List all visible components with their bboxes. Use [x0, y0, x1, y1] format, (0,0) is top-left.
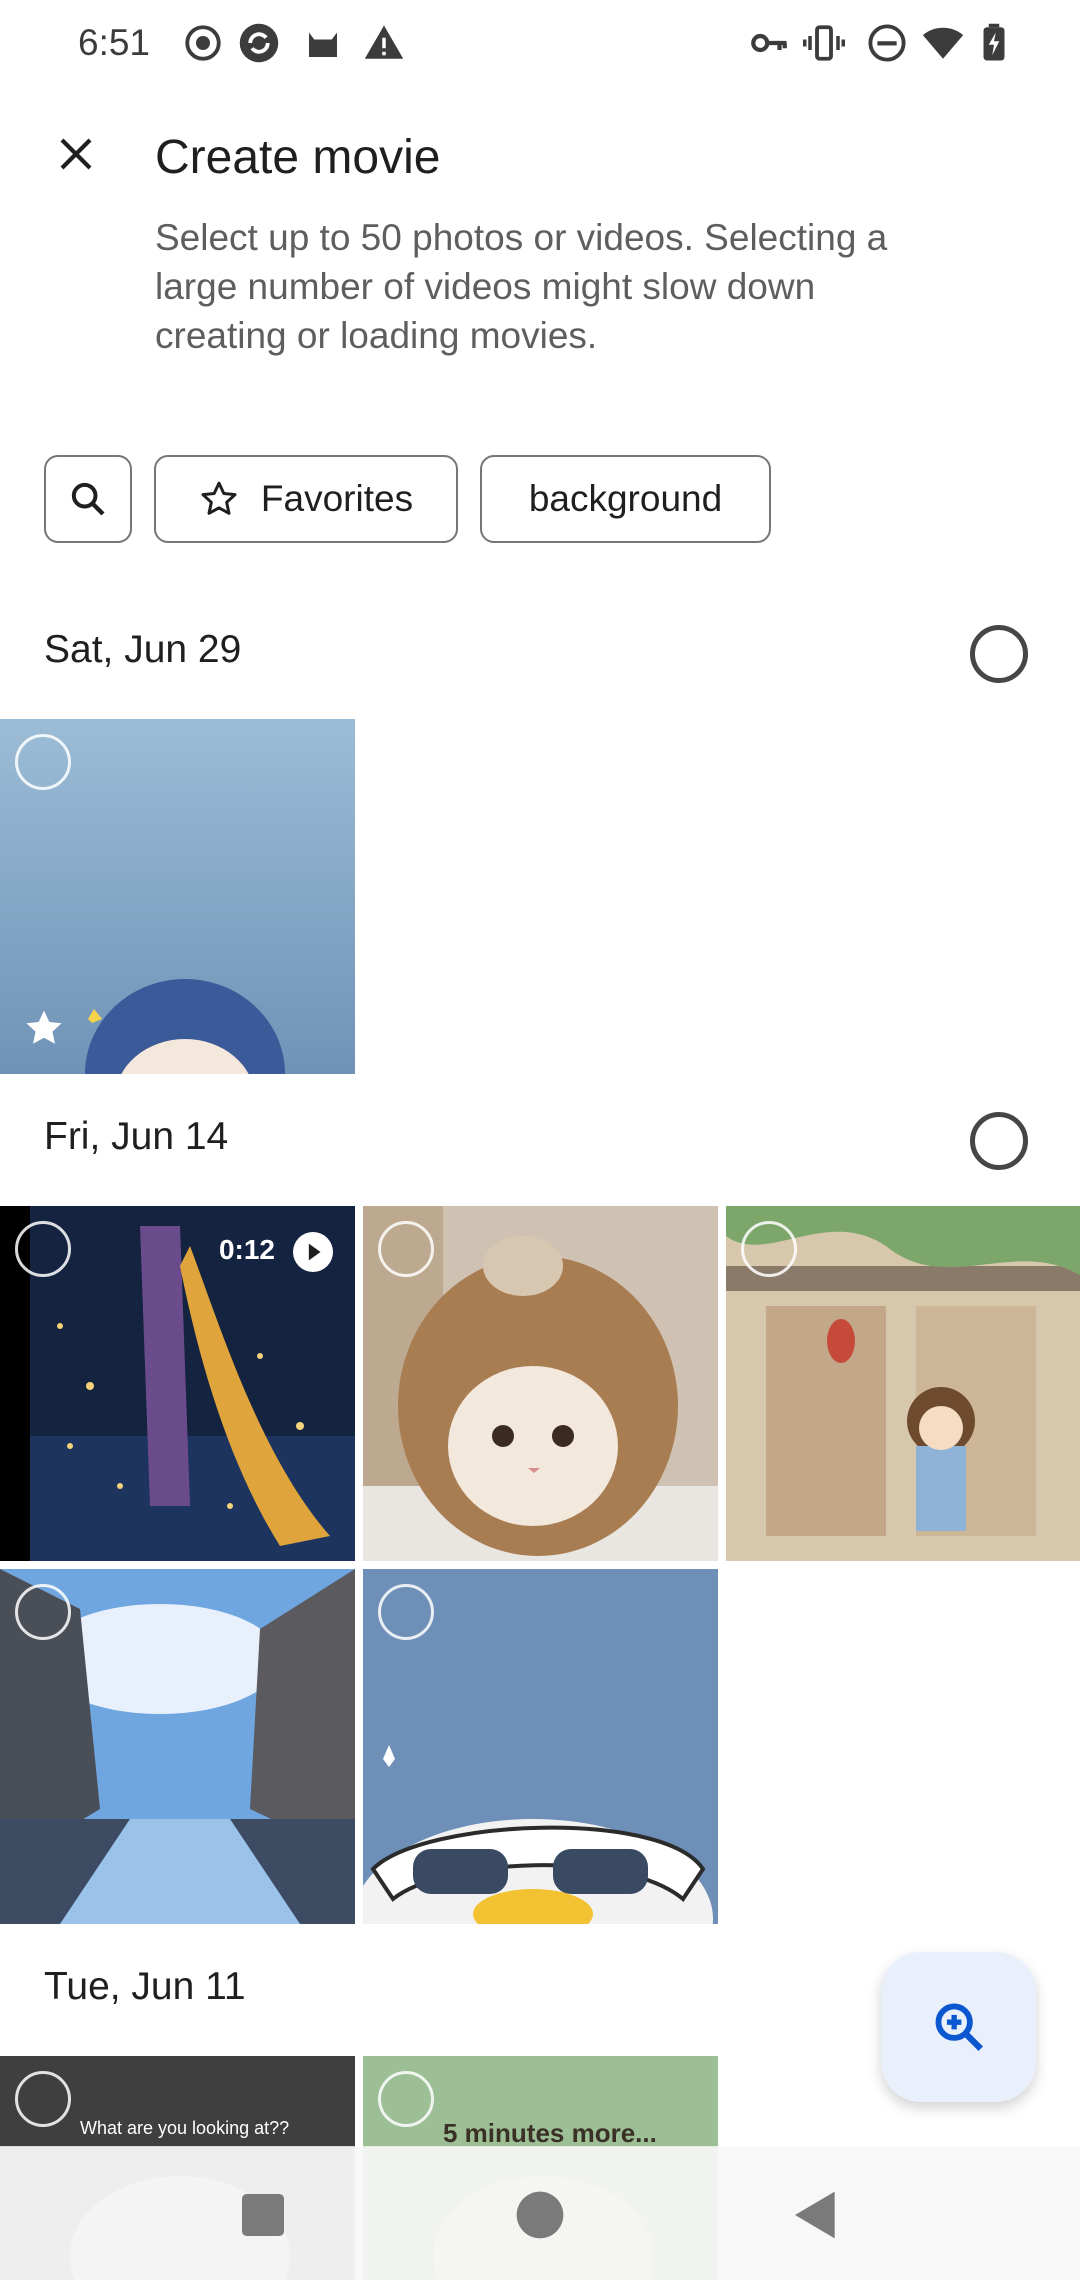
photo-tile[interactable]: [363, 1206, 718, 1561]
cat-icon: [309, 32, 337, 57]
image-caption: What are you looking at??: [80, 2118, 290, 2138]
select-circle[interactable]: [15, 1221, 71, 1277]
zoom-in-button[interactable]: [881, 1952, 1036, 2102]
photo-tile[interactable]: [363, 1569, 718, 1924]
select-all-jun-14[interactable]: [970, 1112, 1028, 1170]
image-caption: 5 minutes more...: [443, 2118, 657, 2148]
favorites-label: Favorites: [260, 478, 414, 519]
sync-icon: [239, 23, 279, 63]
video-duration: 0:12: [218, 1234, 275, 1265]
background-chip[interactable]: background: [480, 455, 771, 543]
record-icon: [185, 25, 221, 61]
search-chip[interactable]: [44, 455, 132, 543]
close-button[interactable]: [40, 118, 112, 190]
recents-icon[interactable]: [235, 2187, 291, 2243]
close-icon: [60, 138, 92, 170]
zoom-in-icon: [935, 2003, 983, 2051]
select-circle[interactable]: [15, 2071, 71, 2127]
home-icon[interactable]: [512, 2187, 568, 2243]
select-all-jun-29[interactable]: [970, 625, 1028, 683]
photo-tile[interactable]: [0, 1569, 355, 1924]
photo-tile[interactable]: [726, 1206, 1080, 1561]
back-icon[interactable]: [788, 2187, 844, 2243]
status-time: 6:51: [78, 22, 151, 63]
navigation-bar: [0, 2147, 1080, 2280]
date-header-jun-14: Fri, Jun 14: [44, 1115, 229, 1158]
page-title: Create movie: [155, 131, 441, 184]
select-circle[interactable]: [378, 1221, 434, 1277]
select-circle[interactable]: [378, 2071, 434, 2127]
select-circle[interactable]: [378, 1584, 434, 1640]
vpn-key-icon: [751, 33, 787, 53]
warning-icon: [364, 25, 404, 59]
select-circle[interactable]: [15, 1584, 71, 1640]
wifi-icon: [922, 27, 964, 59]
photo-tile[interactable]: [0, 719, 355, 1074]
video-tile[interactable]: 0:12: [0, 1206, 355, 1561]
select-circle[interactable]: [15, 734, 71, 790]
play-icon: [293, 1232, 333, 1272]
date-header-jun-29: Sat, Jun 29: [44, 628, 242, 671]
search-icon: [71, 482, 105, 516]
favorite-star-icon: [26, 1010, 62, 1044]
star-outline-icon: [199, 479, 239, 519]
do-not-disturb-icon: [868, 24, 906, 62]
vibrate-icon: [803, 25, 845, 61]
battery-charging-icon: [983, 23, 1005, 61]
select-circle[interactable]: [741, 1221, 797, 1277]
favorites-chip[interactable]: Favorites: [154, 455, 458, 543]
page-subtitle: Select up to 50 photos or videos. Select…: [155, 217, 888, 356]
status-bar: 6:51: [0, 0, 1080, 88]
background-label: background: [528, 478, 723, 519]
date-header-jun-11: Tue, Jun 11: [44, 1965, 246, 2008]
